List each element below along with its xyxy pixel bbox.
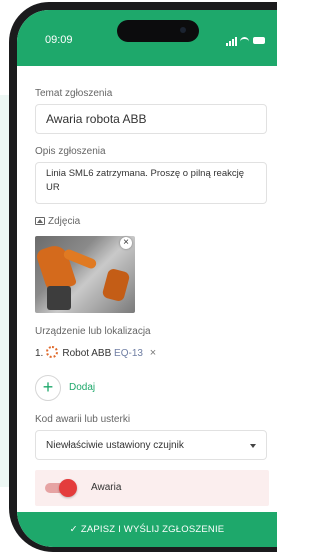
gear-icon (46, 346, 59, 358)
check-icon: ✓ (69, 524, 78, 535)
battery-icon (253, 37, 265, 44)
wifi-icon (240, 37, 249, 46)
app-screen: 09:09 Temat zgłoszenia Awaria robota ABB… (17, 10, 277, 547)
failure-toggle-label: Awaria (91, 482, 122, 493)
chevron-down-icon (250, 444, 256, 448)
signal-icon (229, 41, 231, 46)
photo-thumbnail[interactable] (35, 236, 135, 313)
remove-device-button[interactable]: × (150, 347, 156, 359)
failure-toggle-switch[interactable] (59, 479, 77, 497)
signal-icon (235, 37, 237, 46)
robot-base-shape (47, 286, 71, 310)
status-bar: 09:09 (17, 10, 277, 66)
remove-photo-button[interactable]: × (120, 237, 132, 249)
fault-code-label: Kod awarii lub usterki (35, 414, 131, 425)
fault-code-select[interactable]: Niewłaściwie ustawiony czujnik (35, 430, 267, 460)
device-code: EQ-13 (114, 348, 143, 359)
fault-code-value: Niewłaściwie ustawiony czujnik (46, 440, 184, 451)
add-device-label[interactable]: Dodaj (69, 382, 95, 393)
title-input[interactable]: Awaria robota ABB (35, 104, 267, 134)
image-icon (35, 217, 45, 225)
camera-notch (117, 20, 199, 42)
device-name: Robot ABB (62, 348, 112, 359)
add-device-button[interactable]: + (35, 375, 61, 401)
camera-lens-icon (180, 27, 186, 33)
submit-label: ZAPISZ I WYŚLIJ ZGŁOSZENIE (80, 524, 225, 535)
photos-label-text: Zdjęcia (48, 216, 81, 227)
submit-button[interactable]: ✓ ZAPISZ I WYŚLIJ ZGŁOSZENIE (17, 512, 277, 547)
signal-icon (226, 43, 228, 46)
device-index: 1. (35, 348, 44, 359)
status-icons (226, 36, 266, 46)
failure-toggle-row: Awaria (35, 470, 269, 506)
robot-arm-shape (101, 267, 131, 303)
signal-icon (232, 39, 234, 46)
device-item: 1. Robot ABB EQ-13 × (35, 346, 156, 359)
title-label: Temat zgłoszenia (35, 88, 113, 99)
description-label: Opis zgłoszenia (35, 146, 106, 157)
phone-frame: 09:09 Temat zgłoszenia Awaria robota ABB… (9, 2, 277, 552)
description-textarea[interactable]: Linia SML6 zatrzymana. Proszę o pilną re… (35, 162, 267, 204)
photos-label: Zdjęcia (35, 216, 80, 227)
device-label: Urządzenie lub lokalizacja (35, 326, 151, 337)
status-time: 09:09 (45, 34, 73, 46)
